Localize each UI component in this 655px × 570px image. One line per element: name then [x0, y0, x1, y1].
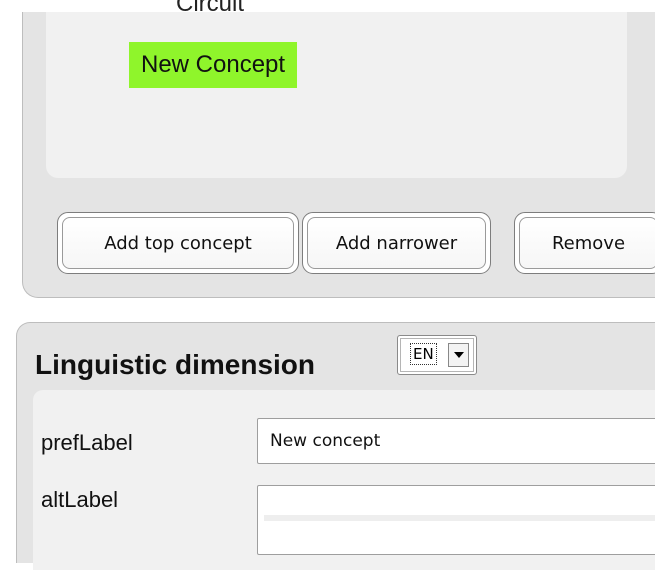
remove-button[interactable]: Remove: [514, 212, 655, 274]
concept-tree: Circuit New Concept: [46, 0, 627, 178]
add-top-concept-label: Add top concept: [62, 217, 294, 269]
linguistic-dimension-title: Linguistic dimension: [35, 349, 316, 380]
tree-node-partial[interactable]: Circuit: [176, 0, 244, 18]
alt-label-label: altLabel: [41, 487, 119, 512]
dropdown-button[interactable]: [448, 343, 469, 367]
alt-label-row-divider: [264, 515, 655, 521]
add-top-concept-button[interactable]: Add top concept: [57, 212, 299, 274]
chevron-down-icon: [453, 352, 464, 358]
linguistic-fields: prefLabel New concept altLabel: [33, 390, 655, 570]
tree-node-selected[interactable]: New Concept: [129, 42, 298, 88]
pref-label-input[interactable]: New concept: [257, 418, 655, 464]
concept-tree-panel: Circuit New Concept Add top concept Add …: [22, 0, 655, 298]
add-narrower-label: Add narrower: [307, 217, 486, 269]
add-narrower-button[interactable]: Add narrower: [302, 212, 491, 274]
language-select[interactable]: EN: [397, 335, 477, 375]
pref-label-label: prefLabel: [41, 430, 133, 455]
language-value: EN: [410, 343, 437, 365]
remove-label: Remove: [519, 217, 655, 269]
linguistic-dimension-panel: Linguistic dimension EN prefLabel New co…: [16, 322, 655, 570]
